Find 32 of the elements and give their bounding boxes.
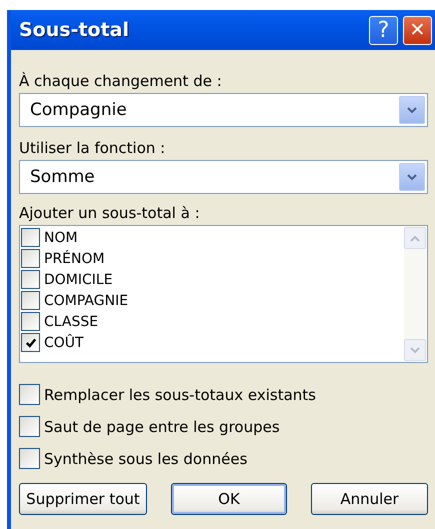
field-label: Utiliser la fonction : bbox=[19, 138, 166, 159]
dropdown[interactable]: Somme bbox=[19, 160, 428, 194]
dialog-button[interactable]: Supprimer tout bbox=[19, 483, 147, 515]
checkbox[interactable] bbox=[21, 228, 40, 247]
checkmark-icon bbox=[24, 336, 36, 348]
close-button[interactable]: ✕ bbox=[403, 16, 432, 44]
checkbox-label: CLASSE bbox=[44, 314, 98, 330]
dropdown-value: Compagnie bbox=[30, 100, 128, 120]
checkbox[interactable] bbox=[21, 333, 40, 352]
checkbox-label: DOMICILE bbox=[44, 272, 113, 288]
checkbox[interactable] bbox=[21, 291, 40, 310]
field-label: Ajouter un sous-total à : bbox=[19, 203, 201, 224]
checkbox[interactable] bbox=[19, 384, 40, 405]
dialog-button[interactable]: OK bbox=[171, 483, 287, 515]
window-title: Sous-total bbox=[19, 19, 130, 41]
checkbox[interactable] bbox=[21, 312, 40, 331]
checkbox[interactable] bbox=[21, 249, 40, 268]
checkbox-label: NOM bbox=[44, 230, 78, 246]
checkbox-label: Remplacer les sous-totaux existants bbox=[44, 386, 316, 404]
field-label: À chaque changement de : bbox=[19, 71, 223, 92]
dialog-button[interactable]: Annuler bbox=[311, 483, 428, 515]
checkbox-label: COÛT bbox=[44, 334, 84, 350]
checkbox-label: COMPAGNIE bbox=[44, 292, 128, 308]
checkbox-label: Saut de page entre les groupes bbox=[44, 418, 280, 436]
checkbox[interactable] bbox=[21, 270, 40, 289]
dropdown[interactable]: Compagnie bbox=[19, 93, 428, 127]
checkbox[interactable] bbox=[19, 416, 40, 437]
checkbox[interactable] bbox=[19, 448, 40, 469]
checkbox-label: Synthèse sous les données bbox=[44, 450, 248, 468]
dropdown-value: Somme bbox=[30, 167, 96, 187]
checkbox-label: PRÉNOM bbox=[44, 250, 105, 266]
help-button[interactable]: ? bbox=[369, 16, 398, 44]
